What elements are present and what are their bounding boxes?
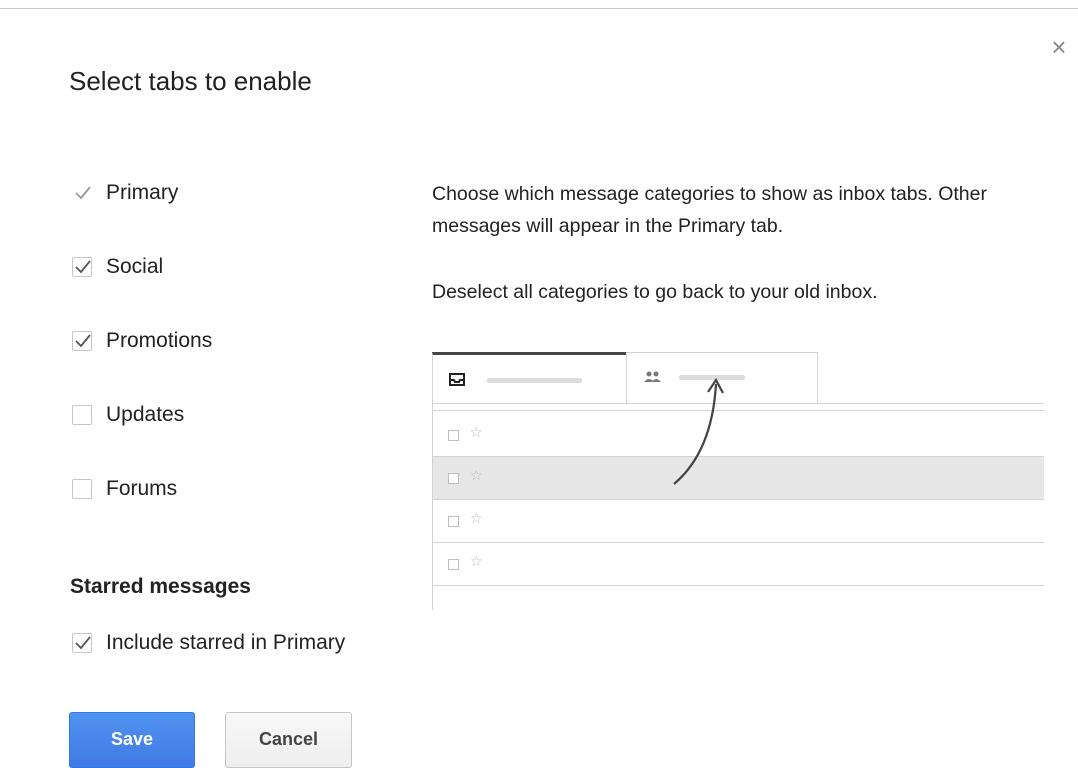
illustration-divider bbox=[432, 410, 1044, 411]
mini-checkbox-icon bbox=[448, 430, 459, 441]
cancel-button[interactable]: Cancel bbox=[225, 712, 352, 768]
star-icon: ☆ bbox=[470, 467, 483, 483]
save-button[interactable]: Save bbox=[69, 712, 195, 768]
category-label: Promotions bbox=[106, 329, 213, 352]
category-label: Social bbox=[106, 255, 164, 278]
category-list: Primary Social Promotions Updates Forums bbox=[72, 180, 212, 550]
illustration-mail-row: ☆ bbox=[433, 457, 1044, 499]
close-icon[interactable]: × bbox=[1044, 32, 1074, 62]
star-icon: ☆ bbox=[470, 553, 483, 569]
illustration-divider bbox=[432, 403, 1044, 404]
illustration-divider bbox=[432, 585, 1044, 586]
help-text-categories: Choose which message categories to show … bbox=[432, 183, 987, 237]
checkbox-include-starred[interactable] bbox=[72, 633, 92, 653]
category-updates[interactable]: Updates bbox=[72, 402, 212, 476]
checkbox-promotions[interactable] bbox=[72, 331, 92, 351]
top-divider bbox=[0, 8, 1078, 9]
arrow-icon bbox=[673, 377, 724, 485]
include-starred-label: Include starred in Primary bbox=[106, 631, 346, 654]
mini-checkbox-icon bbox=[448, 516, 459, 527]
illustration-mail-row: ☆ bbox=[433, 500, 1044, 542]
checkbox-forums[interactable] bbox=[72, 479, 92, 499]
starred-heading: Starred messages bbox=[70, 575, 251, 598]
star-icon: ☆ bbox=[470, 424, 483, 440]
category-promotions[interactable]: Promotions bbox=[72, 328, 212, 402]
primary-checkmark-icon bbox=[72, 183, 92, 203]
illustration-mail-row: ☆ bbox=[433, 414, 1044, 456]
star-icon: ☆ bbox=[470, 510, 483, 526]
dialog-title: Select tabs to enable bbox=[69, 66, 312, 96]
category-forums[interactable]: Forums bbox=[72, 476, 212, 550]
illustration-mail-row: ☆ bbox=[433, 543, 1044, 585]
inbox-tabs-illustration: ☆ ☆ ☆ ☆ bbox=[432, 352, 1044, 610]
include-starred-option[interactable]: Include starred in Primary bbox=[72, 630, 345, 656]
mini-checkbox-icon bbox=[448, 559, 459, 570]
category-social[interactable]: Social bbox=[72, 254, 212, 328]
help-text-deselect: Deselect all categories to go back to yo… bbox=[432, 281, 878, 303]
illustration-tab-primary bbox=[432, 352, 626, 404]
placeholder-line bbox=[487, 378, 582, 383]
category-label: Forums bbox=[106, 477, 178, 500]
checkbox-updates[interactable] bbox=[72, 405, 92, 425]
people-icon bbox=[643, 370, 663, 389]
inbox-icon bbox=[449, 372, 465, 391]
category-label: Primary bbox=[106, 181, 179, 204]
checkbox-social[interactable] bbox=[72, 257, 92, 277]
category-primary: Primary bbox=[72, 180, 212, 254]
category-label: Updates bbox=[106, 403, 185, 426]
mini-checkbox-icon bbox=[448, 473, 459, 484]
